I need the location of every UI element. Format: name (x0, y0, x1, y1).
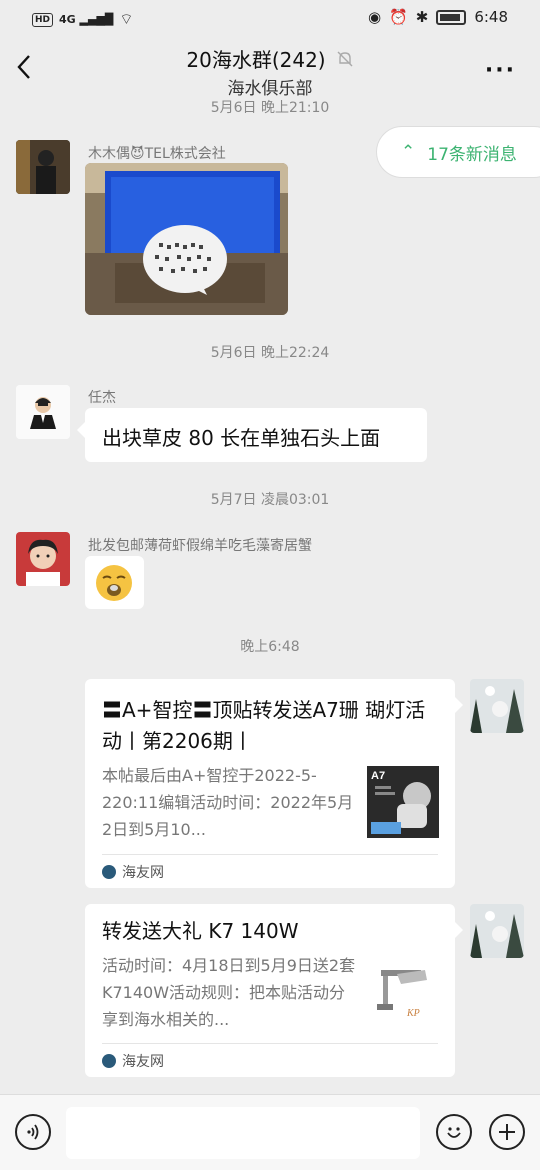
timestamp: 5月7日 凌晨03:01 (210, 492, 330, 508)
message-image[interactable] (85, 163, 288, 315)
card-title: 〓A+智控〓顶贴转发送A7珊 瑚灯活动丨第2206期丨 (102, 698, 426, 753)
avatar[interactable] (16, 532, 70, 586)
card-source-label: 海友网 (122, 1054, 164, 1070)
emoji-icon[interactable] (436, 1114, 472, 1150)
link-card[interactable]: 转发送大礼 K7 140W 活动时间：4月18日到5月9日送2套K7140W活动… (85, 904, 463, 1077)
card-thumbnail: KP (367, 956, 439, 1028)
card-thumbnail: A7 (367, 766, 439, 838)
card-title: 转发送大礼 K7 140W (102, 919, 299, 943)
card-description: 活动时间：4月18日到5月9日送2套K7140W活动规则：把本贴活动分享到海水相… (102, 956, 356, 1029)
more-options-icon[interactable]: ··· (485, 58, 516, 83)
card-divider (102, 854, 438, 855)
alarm-icon: ⏰ (389, 8, 408, 26)
sender-name: 批发包邮薄荷虾假绵羊吃毛藻寄居蟹 (88, 538, 312, 554)
chat-subtitle: 海水俱乐部 (227, 79, 313, 99)
bluetooth-icon: ✱ (415, 8, 429, 26)
card-source: 海友网 (102, 862, 164, 882)
avatar[interactable] (16, 385, 70, 439)
my-avatar[interactable] (470, 679, 524, 733)
input-bar (0, 1094, 540, 1170)
text-message-bubble[interactable]: 出块草皮 80 长在单独石头上面 (77, 408, 427, 462)
link-card[interactable]: 〓A+智控〓顶贴转发送A7珊 瑚灯活动丨第2206期丨 本帖最后由A+智控于20… (85, 679, 463, 888)
timestamp: 5月6日 晚上22:24 (210, 345, 330, 361)
site-logo-icon (102, 865, 116, 879)
new-messages-button[interactable]: ⌃ 17条新消息 (376, 126, 540, 178)
svg-text:KP: KP (406, 1008, 420, 1019)
sender-name: 木木偶😈TEL株式会社 (88, 146, 226, 162)
timestamp: 晚上6:48 (240, 639, 300, 655)
sender-name: 任杰 (88, 390, 116, 406)
plus-icon[interactable] (489, 1114, 525, 1150)
chat-title: 20海水群(242) (186, 48, 326, 72)
voice-input-icon[interactable] (15, 1114, 51, 1150)
double-chevron-up-icon: ⌃ (401, 142, 416, 162)
my-avatar[interactable] (470, 904, 524, 958)
status-bar: HD 4G ▂▄▆█ ⌔ ◉ ⏰ ✱ 6:48 (0, 0, 540, 38)
card-source-label: 海友网 (122, 865, 164, 881)
eye-icon: ◉ (367, 8, 382, 26)
timestamp: 5月6日 晚上21:10 (210, 100, 330, 116)
clock: 6:48 (474, 8, 508, 26)
battery-icon (436, 9, 467, 25)
site-logo-icon (102, 1054, 116, 1068)
sleepy-emoji-icon (96, 565, 132, 601)
hd-badge: HD (32, 12, 54, 27)
wifi-icon: ⌔ (119, 10, 134, 28)
card-divider (102, 1043, 438, 1044)
card-source: 海友网 (102, 1051, 164, 1071)
new-messages-label: 17条新消息 (427, 144, 517, 165)
avatar[interactable] (16, 140, 70, 194)
message-text: 出块草皮 80 长在单独石头上面 (102, 426, 381, 450)
mute-bell-icon (337, 51, 353, 66)
signal-icon: 4G ▂▄▆█ (59, 13, 114, 26)
sticker-message[interactable] (85, 556, 144, 609)
message-input[interactable] (66, 1107, 420, 1159)
card-description: 本帖最后由A+智控于2022-5-220:11编辑活动时间：2022年5月2日到… (102, 766, 354, 839)
svg-text:A7: A7 (371, 770, 385, 782)
chat-header: 20海水群(242) 海水俱乐部 ··· (0, 38, 540, 100)
